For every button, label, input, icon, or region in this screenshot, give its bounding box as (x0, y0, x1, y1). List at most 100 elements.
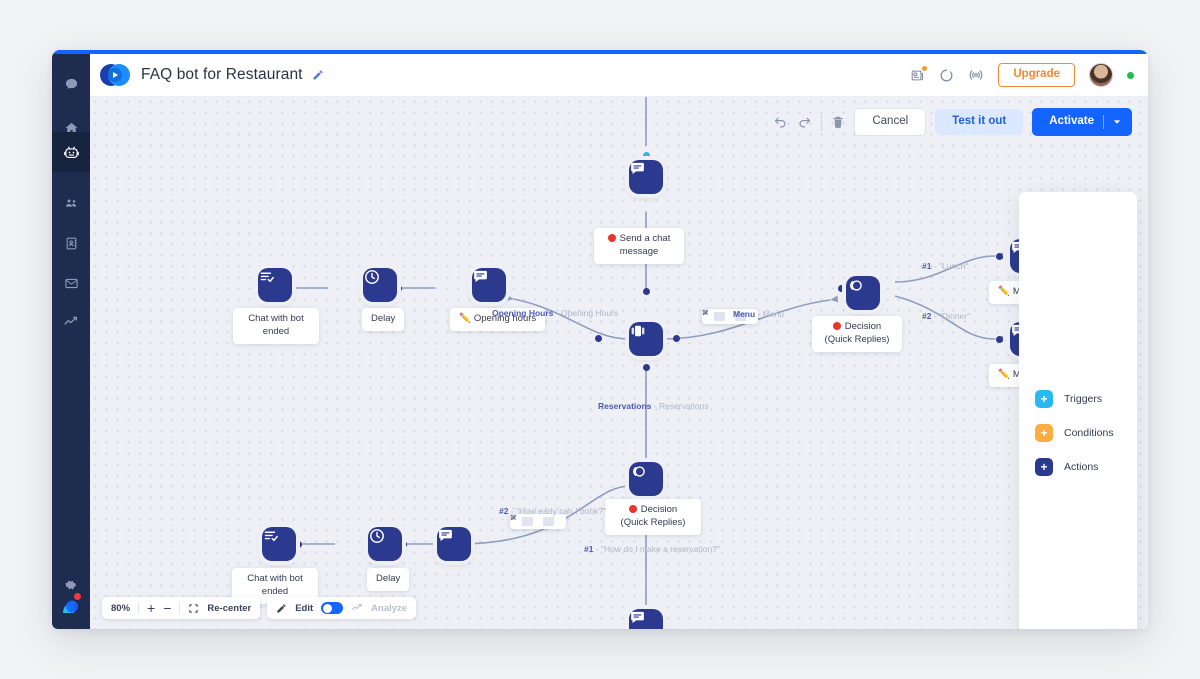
zoom-level: 80% (111, 603, 130, 614)
node-chat-ended-bottom[interactable] (262, 527, 296, 561)
edge-label-menu: Menu - Menu (733, 309, 784, 319)
node-how-reservation[interactable] (629, 609, 663, 629)
node-chat-ended-top[interactable] (258, 268, 292, 302)
product-logo-icon (100, 64, 130, 86)
brand-logo[interactable] (59, 593, 83, 617)
activate-label: Activate (1049, 116, 1094, 128)
window-top-accent (52, 50, 1148, 54)
avatar[interactable] (1089, 63, 1113, 87)
node-port[interactable] (996, 253, 1003, 260)
node-label-delay-top: Delay (362, 308, 404, 331)
node-delay-top[interactable] (363, 268, 397, 302)
pencil-icon[interactable] (312, 69, 324, 81)
broadcast-icon[interactable] (968, 67, 984, 83)
panel-item-triggers[interactable]: + Triggers (1019, 382, 1137, 416)
people-icon (64, 196, 79, 211)
edit-label: Edit (295, 603, 313, 614)
cancel-button[interactable]: Cancel (854, 108, 926, 136)
status-badge (1127, 72, 1134, 79)
node-send-chat-message[interactable] (629, 160, 663, 194)
fit-screen-icon[interactable] (188, 603, 199, 614)
left-sidebar (52, 50, 90, 629)
pencil-emoji-icon: ✏️ (998, 286, 1010, 297)
canvas-bottom-toolbar: 80% + − Re-center Edit Analyze (102, 597, 416, 619)
node-port[interactable] (643, 288, 650, 295)
node-port[interactable] (673, 335, 680, 342)
node-opening-hours[interactable] (472, 268, 506, 302)
node-label-chat-ended-top: Chat with bot ended (233, 308, 319, 344)
robot-icon (63, 144, 80, 161)
canvas-action-bar: Cancel Test it out Activate (773, 108, 1132, 136)
node-decision-menu[interactable] (846, 276, 880, 310)
sidebar-item-chats[interactable] (52, 64, 90, 104)
test-it-out-button[interactable]: Test it out (935, 109, 1023, 135)
flow-canvas[interactable]: Cancel Test it out Activate (90, 96, 1148, 629)
app-header: FAQ bot for Restaurant Upgrade (90, 54, 1148, 97)
redo-icon[interactable] (797, 115, 812, 130)
trend-line-icon[interactable] (351, 602, 363, 614)
sidebar-item-audience[interactable] (52, 183, 90, 223)
trend-line-icon (63, 314, 79, 330)
node-port[interactable] (595, 335, 602, 342)
sidebar-item-bots[interactable] (52, 132, 90, 172)
contact-card-icon (64, 236, 79, 251)
edge-label-reservations: Reservations - Reservations (598, 401, 709, 411)
pencil-icon[interactable] (276, 603, 287, 614)
edge-label-opening-hours: Opening Hours - Opening Hours (492, 308, 618, 318)
app-window: FAQ bot for Restaurant Upgrade (52, 50, 1148, 629)
analyze-label: Analyze (371, 603, 407, 614)
close-icon[interactable] (554, 514, 564, 529)
node-port[interactable] (295, 541, 302, 548)
node-decision-reservations[interactable] (629, 462, 663, 496)
news-icon[interactable] (910, 68, 925, 83)
node-port[interactable] (643, 364, 650, 371)
upgrade-button[interactable]: Upgrade (998, 63, 1075, 87)
zoom-out-button[interactable]: − (163, 601, 171, 615)
copy-icon[interactable] (533, 514, 543, 529)
pencil-emoji-icon: ✏️ (998, 369, 1010, 380)
node-carousel[interactable] (629, 322, 663, 356)
panel-item-conditions[interactable]: + Conditions (1019, 416, 1137, 450)
pencil-emoji-icon: ✏️ (459, 313, 471, 324)
page-title: FAQ bot for Restaurant (141, 66, 303, 84)
gear-icon (65, 579, 78, 592)
node-port[interactable] (838, 285, 845, 292)
edge-label-lunch: #1 - "Lunch" (922, 261, 968, 271)
node-label-decision-reservations: Decision (Quick Replies) (605, 499, 701, 535)
panel-item-actions[interactable]: + Actions (1019, 450, 1137, 484)
edge-label-make-reservation: #1 - "How do I make a reservation?" (584, 544, 720, 554)
blocks-panel: + Triggers + Conditions + Actions (1019, 192, 1137, 629)
zoom-in-button[interactable]: + (147, 601, 155, 615)
undo-icon[interactable] (773, 115, 788, 130)
node-toolbar-message-bottom[interactable] (510, 514, 566, 529)
header-actions: Upgrade (910, 63, 1148, 87)
divider (821, 113, 822, 131)
chat-bubble-icon (64, 77, 79, 92)
node-label-delay-bottom: Delay (367, 568, 409, 591)
recenter-button[interactable]: Re-center (207, 603, 251, 614)
activate-button[interactable]: Activate (1032, 108, 1132, 136)
panel-item-label: Actions (1064, 461, 1098, 473)
flow-graph: Send a chat message ✏️Opening h (90, 96, 1148, 629)
sidebar-item-inbox[interactable] (52, 263, 90, 303)
node-delay-bottom[interactable] (368, 527, 402, 561)
news-badge-dot (922, 66, 927, 71)
edge-label-book-early: #2 - "How early can I book?" (499, 506, 606, 516)
panel-item-label: Triggers (1064, 393, 1102, 405)
red-dot-icon (833, 322, 841, 330)
trash-icon[interactable] (831, 115, 845, 129)
node-message-bottom[interactable] (437, 527, 471, 561)
edge-label-dinner: #2 - "Dinner" (922, 311, 970, 321)
loading-icon[interactable] (939, 68, 954, 83)
edit-analyze-toggle[interactable] (321, 602, 343, 614)
chevron-down-icon[interactable] (1113, 118, 1121, 126)
sidebar-item-contacts[interactable] (52, 223, 90, 263)
plus-icon[interactable]: + (1035, 390, 1053, 408)
red-dot-icon (608, 234, 616, 242)
plus-icon[interactable]: + (1035, 458, 1053, 476)
edit-analyze-controls: Edit Analyze (267, 597, 416, 619)
plus-icon[interactable]: + (1035, 424, 1053, 442)
node-port[interactable] (996, 336, 1003, 343)
node-port[interactable] (643, 152, 650, 159)
sidebar-item-analytics[interactable] (52, 302, 90, 342)
